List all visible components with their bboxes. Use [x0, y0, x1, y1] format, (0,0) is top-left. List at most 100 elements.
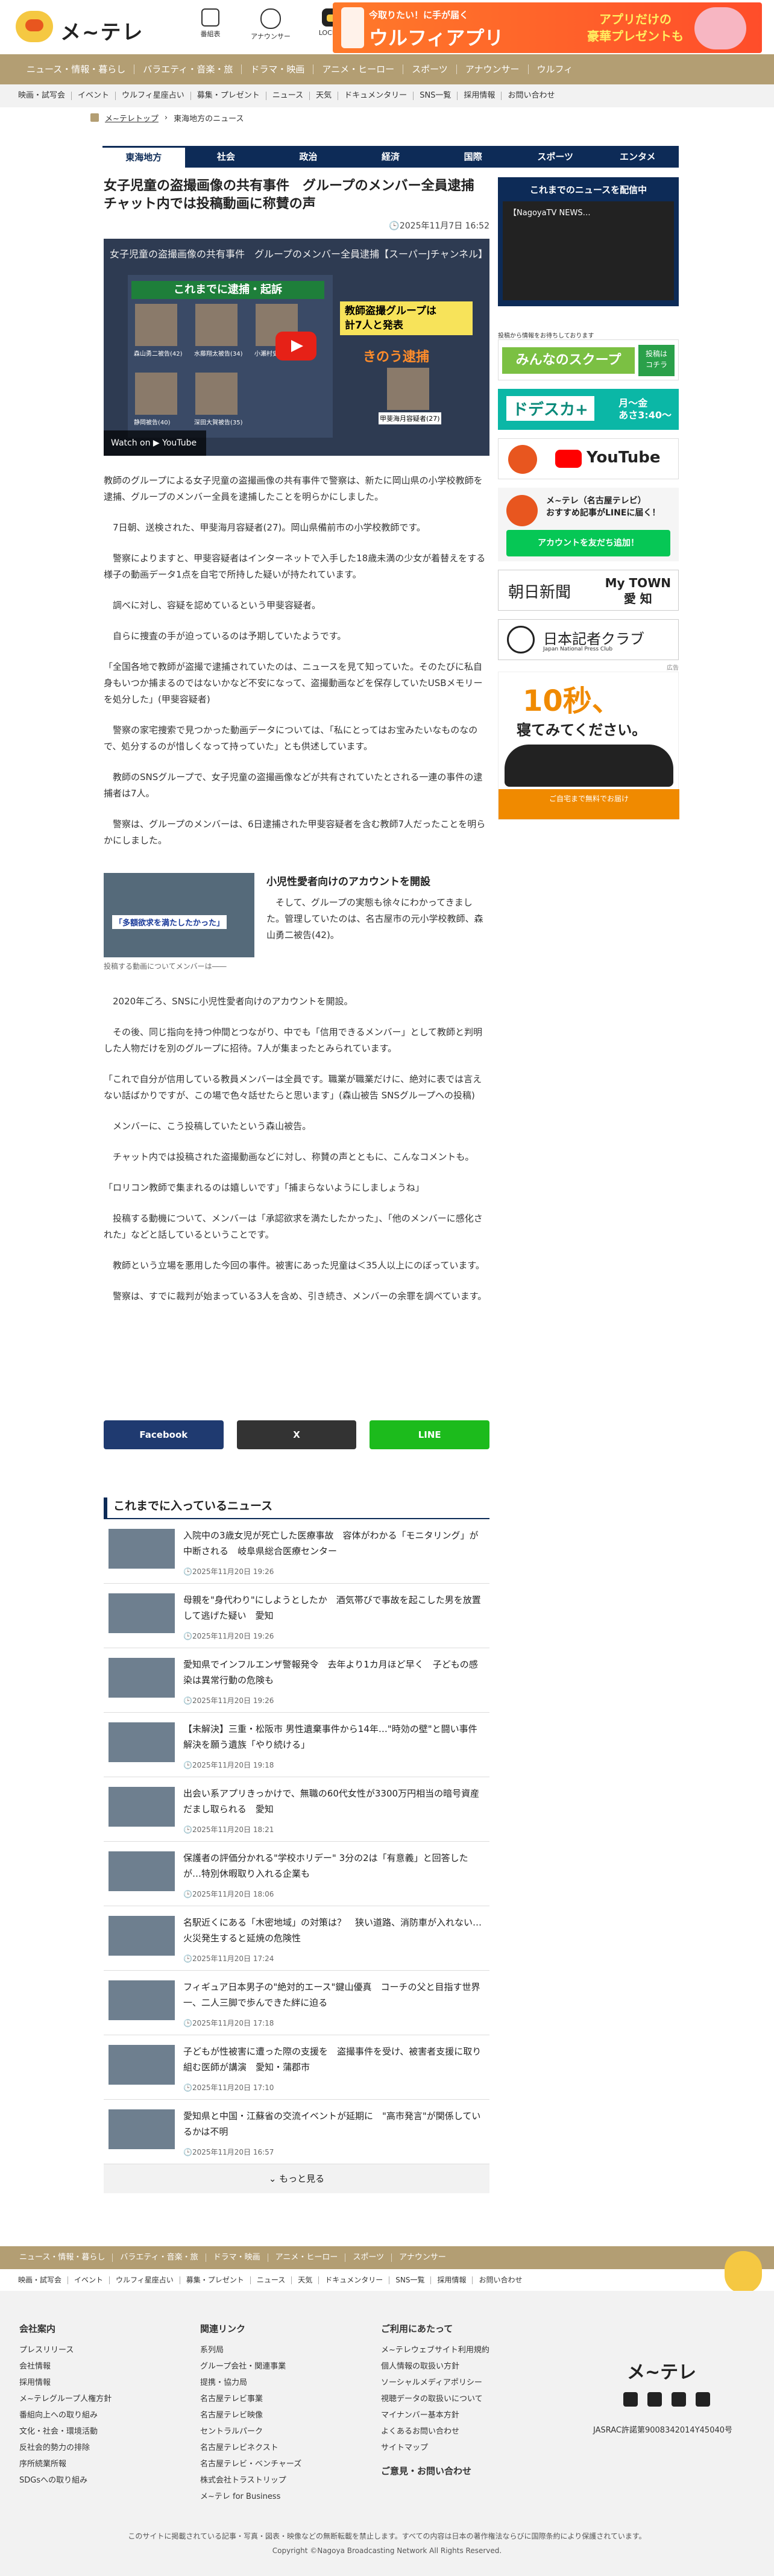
page-top-button[interactable]	[725, 2251, 762, 2293]
footer-link[interactable]: 個人情報の取扱い方針	[381, 2358, 489, 2375]
nav-item[interactable]: アニメ・ヒーロー	[313, 65, 404, 74]
youtube-banner[interactable]: YouTube	[498, 438, 679, 479]
dodesuka-banner[interactable]: ドデスカ+ 月〜金 あさ3:40〜	[498, 389, 679, 430]
news-date: 🕒2025年11月20日 19:18	[183, 1761, 274, 1769]
article-image: 「多額欲求を満たしたかった」	[104, 873, 254, 957]
news-item[interactable]: 愛知県と中国・江蘇省の交流イベントが延期に "高市発言"が関係しているかは不明 🕒…	[104, 2100, 489, 2164]
live-video[interactable]: 【NagoyaTV NEWS…	[503, 201, 674, 300]
wolfy-mascot-logo[interactable]	[16, 11, 53, 42]
tiktok-icon[interactable]	[696, 2392, 710, 2407]
footer-link[interactable]: SDGsへの取り組み	[19, 2472, 112, 2489]
news-title: 愛知県と中国・江蘇省の交流イベントが延期に "高市発言"が関係しているかは不明	[183, 2111, 481, 2137]
footer-contact-link[interactable]: ご意見・お問い合わせ	[381, 2464, 489, 2477]
subsection-heading: 小児性愛者向けのアカウントを開設	[266, 876, 430, 888]
footer-link[interactable]: 系列局	[200, 2342, 301, 2358]
news-item[interactable]: 愛知県でインフルエンザ警報発令 去年より1カ月ほど早く 子どもの感染は異常行動の…	[104, 1648, 489, 1713]
subnav-item[interactable]: 天気	[310, 92, 339, 100]
footer-link[interactable]: 文化・社会・環境活動	[19, 2423, 112, 2440]
footer-link[interactable]: 提携・協力局	[200, 2375, 301, 2391]
nav-item[interactable]: ニュース・情報・暮らし	[18, 65, 135, 74]
footer-links: 関連リンク 系列局 グループ会社・関連事業 提携・協力局 名古屋テレビ事業 名古屋テレビ…	[200, 2322, 301, 2505]
subnav-item[interactable]: SNS一覧	[414, 92, 458, 100]
youtube-icon[interactable]	[647, 2392, 662, 2407]
instagram-icon[interactable]	[672, 2392, 686, 2407]
subnav-item[interactable]: ドキュメンタリー	[338, 92, 414, 100]
line-friend-box: メ~テレ（名古屋テレビ） おすすめ記事がLINEに届く！ アカウントを友だち追加…	[498, 488, 679, 561]
tv-schedule-link[interactable]: 番組表	[187, 8, 234, 41]
news-item[interactable]: 母親を"身代わり"にしようとしたか 酒気帯びで事故を起こした男を放置して逃げた疑…	[104, 1584, 489, 1648]
footer-logo[interactable]: メ~テレ	[627, 2357, 696, 2384]
nav-item[interactable]: ウルフィ	[529, 65, 582, 74]
more-button[interactable]: ⌄ もっと見る	[104, 2164, 489, 2193]
tab-economy[interactable]: 経済	[350, 146, 432, 168]
news-item[interactable]: 入院中の3歳女児が死亡した医療事故 容体がわかる「モニタリング」が中断される 岐…	[104, 1519, 489, 1584]
subnav-item[interactable]: 映画・試写会	[12, 92, 72, 100]
footer-link[interactable]: プレスリリース	[19, 2342, 112, 2358]
play-icon[interactable]	[275, 332, 316, 361]
footer-link[interactable]: 名古屋テレビネクスト	[200, 2440, 301, 2456]
line-add-friend-button[interactable]: アカウントを友だち追加！	[506, 530, 670, 556]
footer-link[interactable]: 会社情報	[19, 2358, 112, 2375]
nav-item[interactable]: スポーツ	[403, 65, 457, 74]
line-share-button[interactable]: LINE	[370, 1420, 490, 1449]
footer-link[interactable]: ソーシャルメディアポリシー	[381, 2375, 489, 2391]
tab-society[interactable]: 社会	[185, 146, 268, 168]
footer-link[interactable]: セントラルパーク	[200, 2423, 301, 2440]
subnav-item[interactable]: お問い合わせ	[502, 92, 561, 100]
footer-link[interactable]: 株式会社トラストリップ	[200, 2472, 301, 2489]
subnav-item[interactable]: 採用情報	[458, 92, 502, 100]
news-item[interactable]: 出会い系アプリきっかけで、無職の60代女性が3300万円相当の暗号資産だまし取ら…	[104, 1777, 489, 1842]
tab-international[interactable]: 国際	[432, 146, 514, 168]
news-title: 名駅近くにある「木密地域」の対策は？ 狭い道路、消防車が入れない…火災発生すると…	[183, 1917, 482, 1944]
minna-scoop-banner[interactable]: みんなのスクープ 投稿は コチラ	[498, 339, 679, 380]
facebook-share-button[interactable]: Facebook	[104, 1420, 224, 1449]
footer-link[interactable]: メ~テレウェブサイト利用規約	[381, 2342, 489, 2358]
tab-politics[interactable]: 政治	[267, 146, 350, 168]
footer-link[interactable]: サイトマップ	[381, 2440, 489, 2456]
news-date: 🕒2025年11月20日 19:26	[183, 1567, 274, 1576]
nav-item[interactable]: ドラマ・映画	[242, 65, 314, 74]
news-item[interactable]: 保護者の評価分かれる"学校ホリデー" 3分の2は「有意義」と回答したが…特別休暇…	[104, 1842, 489, 1906]
announcer-link[interactable]: アナウンサー	[247, 8, 294, 41]
footer-link[interactable]: 番組向上への取り組み	[19, 2407, 112, 2423]
asahi-mytown-banner[interactable]: 朝日新聞 My TOWN 愛 知	[498, 570, 679, 611]
press-club-banner[interactable]: 日本記者クラブ Japan National Press Club	[498, 619, 679, 660]
mattress-ad[interactable]: 10秒、 寝てみてください。 ご自宅まで無料でお届け	[498, 672, 679, 820]
footer-link[interactable]: 名古屋テレビ映像	[200, 2407, 301, 2423]
footer-link[interactable]: 名古屋テレビ・ベンチャーズ	[200, 2456, 301, 2472]
nav-item[interactable]: バラエティ・音楽・旅	[134, 65, 242, 74]
breadcrumb-home[interactable]: メ~テレトップ	[105, 112, 159, 124]
x-icon[interactable]	[623, 2392, 638, 2407]
subnav-item[interactable]: ウルフィ星座占い	[116, 92, 191, 100]
footer-link[interactable]: マイナンバー基本方針	[381, 2407, 489, 2423]
footer-link[interactable]: よくあるお問い合わせ	[381, 2423, 489, 2440]
site-logo[interactable]: メ~テレ	[60, 16, 144, 45]
tab-entertainment[interactable]: エンタメ	[596, 146, 679, 168]
footer-link[interactable]: 視聴データの取扱いについて	[381, 2391, 489, 2407]
footer-link[interactable]: 名古屋テレビ事業	[200, 2391, 301, 2407]
news-item[interactable]: 名駅近くにある「木密地域」の対策は？ 狭い道路、消防車が入れない…火災発生すると…	[104, 1906, 489, 1971]
news-title: 入院中の3歳女児が死亡した医療事故 容体がわかる「モニタリング」が中断される 岐…	[183, 1530, 479, 1557]
nav-item[interactable]: アナウンサー	[457, 65, 529, 74]
wolfy-app-banner[interactable]: 今取りたい！に手が届く ウルフィアプリ アプリだけの 豪華プレゼントも	[333, 2, 762, 53]
news-item[interactable]: フィギュア日本男子の"絶対的エース"鍵山優真 コーチの父と目指す世界一、二人三脚…	[104, 1971, 489, 2035]
subnav-item[interactable]: ニュース	[266, 92, 310, 100]
footer-link[interactable]: 反社会的勢力の排除	[19, 2440, 112, 2456]
footer-link[interactable]: グループ会社・関連事業	[200, 2358, 301, 2375]
subnav-item[interactable]: イベント	[72, 92, 116, 100]
news-thumbnail	[109, 2045, 175, 2085]
x-share-button[interactable]: X	[236, 1420, 357, 1449]
video-player[interactable]: 女子児童の盗撮画像の共有事件 グループのメンバー全員逮捕【スーパーJチャンネル】…	[104, 239, 489, 456]
footer-link[interactable]: メ~テレ for Business	[200, 2489, 301, 2505]
footer-link[interactable]: 序所続業所報	[19, 2456, 112, 2472]
news-item[interactable]: 子どもが性被害に遭った際の支援を 盗撮事件を受け、被害者支援に取り組む医師が講演…	[104, 2035, 489, 2100]
subnav-item[interactable]: 募集・プレゼント	[191, 92, 266, 100]
footer-link[interactable]: 採用情報	[19, 2375, 112, 2391]
news-item[interactable]: 【未解決】三重・松阪市 男性遺棄事件から14年…"時効の壁"と闘い事件解決を願う…	[104, 1713, 489, 1777]
news-thumbnail	[109, 1722, 175, 1762]
tab-tokai[interactable]: 東海地方	[102, 146, 185, 168]
tab-sports[interactable]: スポーツ	[514, 146, 597, 168]
watch-on-youtube[interactable]: Watch on ▶ YouTube	[104, 430, 206, 456]
footer-link[interactable]: メ~テレグループ人権方針	[19, 2391, 112, 2407]
news-title: 愛知県でインフルエンザ警報発令 去年より1カ月ほど早く 子どもの感染は異常行動の…	[183, 1659, 478, 1686]
